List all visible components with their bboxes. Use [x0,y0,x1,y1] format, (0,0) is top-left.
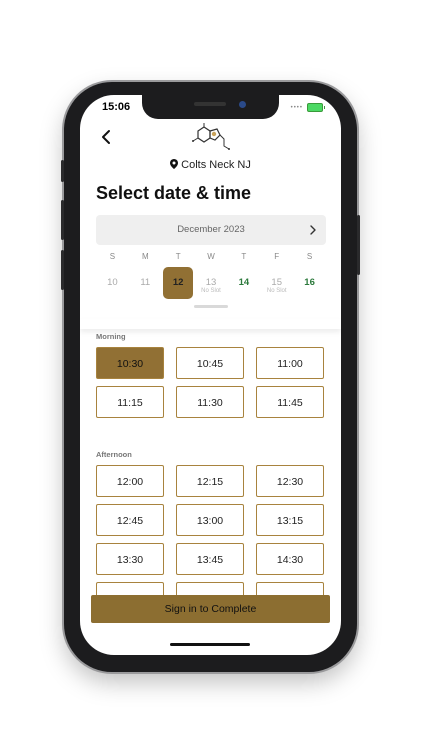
drag-handle[interactable] [194,305,228,308]
week-row: 10 11 12 13 No Slot 14 15 No Slot 16 [96,267,326,299]
day-cell-13: 13 No Slot [196,267,226,299]
day-number: 10 [107,277,118,288]
no-slot-label: No Slot [266,288,287,294]
day-number: 16 [304,277,315,288]
weekday-header: S M T W T F S [96,252,326,261]
day-cell-16[interactable]: 16 [295,267,325,299]
time-slot-button[interactable]: 13:15 [256,504,324,536]
chevron-right-icon[interactable] [308,224,318,236]
day-number: 14 [238,277,250,288]
weekday-label: S [109,252,116,261]
weekday-label: S [306,252,313,261]
calendar-divider [80,319,341,329]
mute-switch [61,160,64,182]
chevron-left-icon[interactable] [98,129,114,145]
home-indicator [170,643,250,646]
time-slot-button[interactable]: 12:00 [96,465,164,497]
signal-icon: •••• [290,104,303,111]
status-time: 15:06 [102,101,131,113]
time-slot-button[interactable]: 12:15 [176,465,244,497]
speaker [194,102,226,106]
weekday-label: F [274,252,280,261]
time-slot-button[interactable]: 13:30 [96,543,164,575]
sign-in-complete-button[interactable]: Sign in to Complete [91,595,330,623]
day-cell-10: 10 [97,267,127,299]
month-label: December 2023 [177,224,245,235]
time-slot-button[interactable]: 11:45 [256,386,324,418]
day-cell-15: 15 No Slot [262,267,292,299]
day-number: 12 [172,277,184,288]
morning-label: Morning [96,332,126,341]
volume-down-button [61,250,64,290]
day-cell-11: 11 [130,267,160,299]
weekday-label: W [207,252,215,261]
date-picker: December 2023 S M T W T F S 10 11 12 13 N… [96,215,326,315]
weekday-label: T [241,252,247,261]
time-slot-button[interactable]: 10:45 [176,347,244,379]
time-slot-button[interactable]: 11:00 [256,347,324,379]
camera [239,101,246,108]
weekday-label: M [141,252,149,261]
time-slot-button[interactable]: 13:00 [176,504,244,536]
app-screen: 15:06 •••• Colts Neck NJ Select date & t… [80,95,341,655]
location: Colts Neck NJ [80,159,341,171]
power-button [357,215,360,275]
map-pin-icon [170,159,179,169]
weekday-label: T [175,252,181,261]
page-title: Select date & time [96,183,252,203]
day-cell-12[interactable]: 12 [163,267,194,299]
time-slot-button[interactable]: 13:45 [176,543,244,575]
day-number: 11 [140,277,151,288]
notch [142,95,279,119]
time-slot-button[interactable]: 12:30 [256,465,324,497]
month-bar: December 2023 [96,215,326,245]
battery-icon [307,103,325,112]
volume-up-button [61,200,64,240]
status-indicators: •••• [290,103,325,112]
logo-icon [192,123,230,150]
time-slot-button[interactable]: 11:30 [176,386,244,418]
time-slot-button[interactable]: 12:45 [96,504,164,536]
afternoon-label: Afternoon [96,450,132,459]
location-label: Colts Neck NJ [181,159,251,171]
time-slot-button[interactable]: 14:30 [256,543,324,575]
time-slot-button[interactable]: 10:30 [96,347,164,379]
day-cell-14[interactable]: 14 [229,267,259,299]
no-slot-label: No Slot [201,288,221,294]
time-slot-button[interactable]: 11:15 [96,386,164,418]
